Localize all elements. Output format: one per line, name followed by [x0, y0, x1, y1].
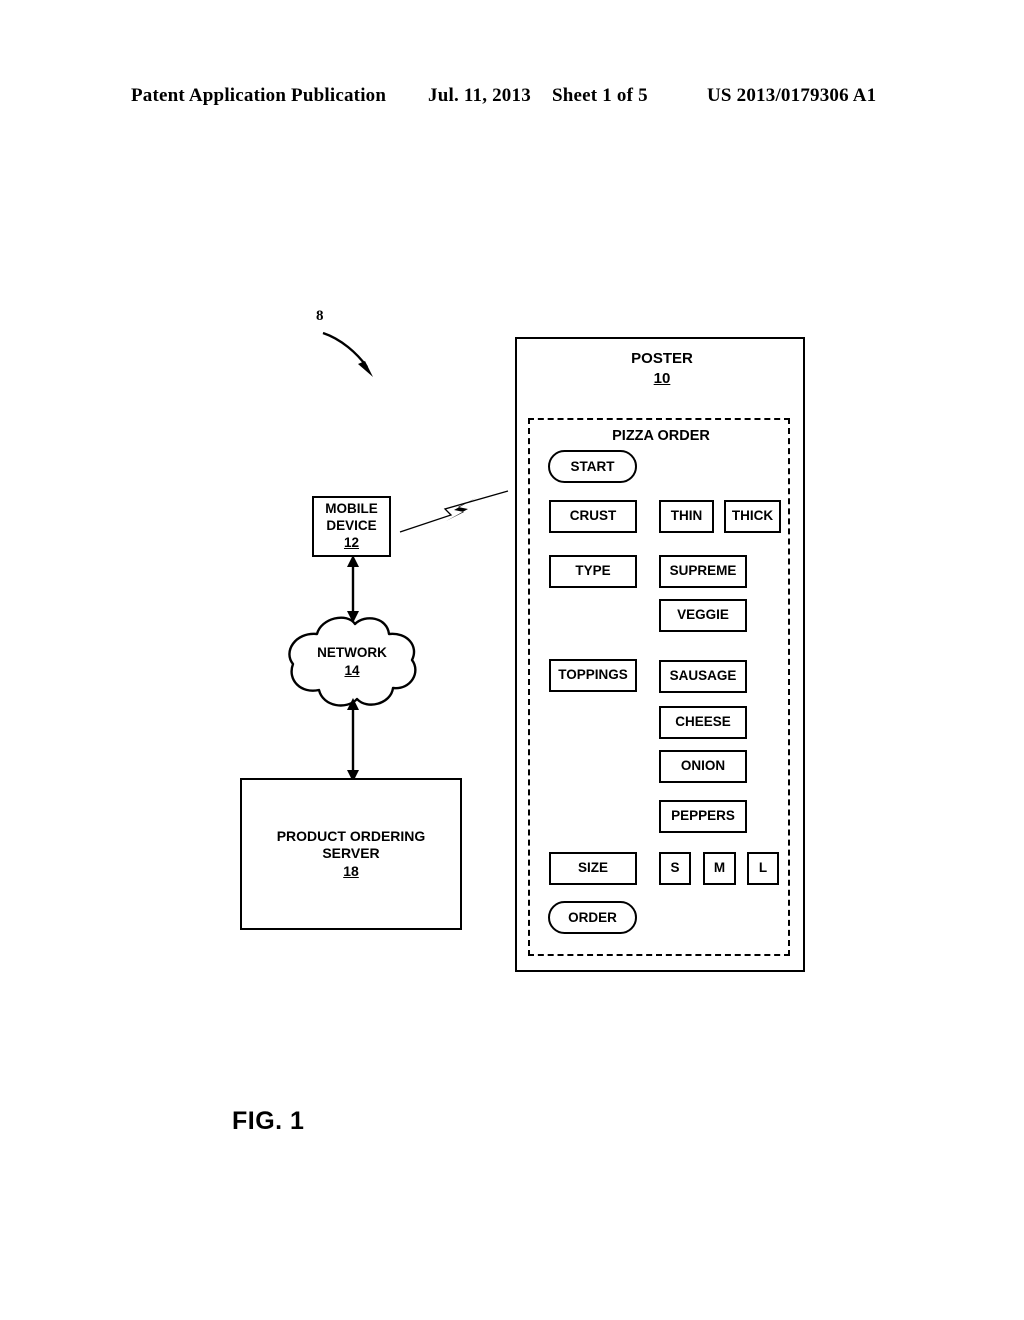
mobile-device-node[interactable]: MOBILE DEVICE 12 [312, 496, 391, 557]
size-label: SIZE [577, 860, 608, 876]
start-button-label: START [570, 459, 615, 474]
type-label: TYPE [575, 563, 611, 579]
crust-option-thin-label: THIN [670, 508, 703, 524]
toppings-option-sausage-label: SAUSAGE [669, 668, 737, 684]
toppings-option-sausage[interactable]: SAUSAGE [659, 660, 747, 693]
order-button[interactable]: ORDER [548, 901, 637, 934]
toppings-option-onion-label: ONION [680, 758, 726, 774]
reference-arrow-icon [322, 331, 373, 377]
toppings-option-cheese[interactable]: CHEESE [659, 706, 747, 739]
toppings-option-onion[interactable]: ONION [659, 750, 747, 783]
product-ordering-server-node[interactable]: PRODUCT ORDERING SERVER 18 [240, 778, 462, 930]
crust-option-thick-label: THICK [731, 508, 774, 524]
system-reference-numeral: 8 [316, 308, 324, 324]
server-label-line1: PRODUCT ORDERING [276, 827, 426, 844]
type-option-veggie-label: VEGGIE [677, 607, 729, 623]
server-label-line2: SERVER [322, 845, 380, 862]
toppings-option-cheese-label: CHEESE [675, 714, 731, 730]
toppings-option-peppers-label: PEPPERS [671, 808, 735, 824]
wireless-link-icon [399, 490, 509, 533]
mobile-device-label-line1: MOBILE [325, 501, 378, 517]
type-option-supreme-label: SUPREME [669, 563, 737, 579]
mobile-device-label-line2: DEVICE [326, 518, 377, 534]
header-sheet-number: Sheet 1 of 5 [552, 85, 648, 106]
toppings-category-label[interactable]: TOPPINGS [549, 659, 637, 692]
poster-ref: 10 [653, 370, 671, 388]
network-label-group: NETWORK 14 [281, 644, 423, 679]
pizza-order-panel-title: PIZZA ORDER [612, 428, 710, 444]
arrow-mobile-network [347, 555, 359, 623]
figure-caption: FIG. 1 [232, 1107, 305, 1135]
crust-label: CRUST [569, 508, 617, 524]
server-ref: 18 [343, 862, 359, 879]
size-category-label[interactable]: SIZE [549, 852, 637, 885]
header-publication-date: Jul. 11, 2013 [428, 85, 531, 106]
size-option-medium[interactable]: M [703, 852, 736, 885]
start-button[interactable]: START [548, 450, 637, 483]
poster-title-group: POSTER 10 [517, 349, 807, 390]
crust-option-thin[interactable]: THIN [659, 500, 714, 533]
arrow-network-server [347, 698, 359, 782]
type-option-supreme[interactable]: SUPREME [659, 555, 747, 588]
size-option-large[interactable]: L [747, 852, 779, 885]
header-patent-number: US 2013/0179306 A1 [707, 85, 877, 106]
type-option-veggie[interactable]: VEGGIE [659, 599, 747, 632]
toppings-option-peppers[interactable]: PEPPERS [659, 800, 747, 833]
size-option-medium-label: M [713, 860, 726, 876]
network-node[interactable]: NETWORK 14 [281, 614, 423, 710]
page-header: Patent Application Publication Jul. 11, … [0, 85, 1024, 115]
network-ref: 14 [344, 662, 360, 678]
size-option-large-label: L [758, 860, 768, 876]
crust-option-thick[interactable]: THICK [724, 500, 781, 533]
size-option-small[interactable]: S [659, 852, 691, 885]
toppings-label: TOPPINGS [558, 667, 628, 683]
header-publication-title: Patent Application Publication [131, 85, 387, 106]
mobile-device-ref: 12 [343, 534, 360, 550]
crust-category-label[interactable]: CRUST [549, 500, 637, 533]
poster-title: POSTER [631, 350, 693, 367]
network-label: NETWORK [317, 645, 387, 660]
size-option-small-label: S [670, 860, 680, 876]
type-category-label[interactable]: TYPE [549, 555, 637, 588]
order-button-label: ORDER [568, 910, 617, 925]
